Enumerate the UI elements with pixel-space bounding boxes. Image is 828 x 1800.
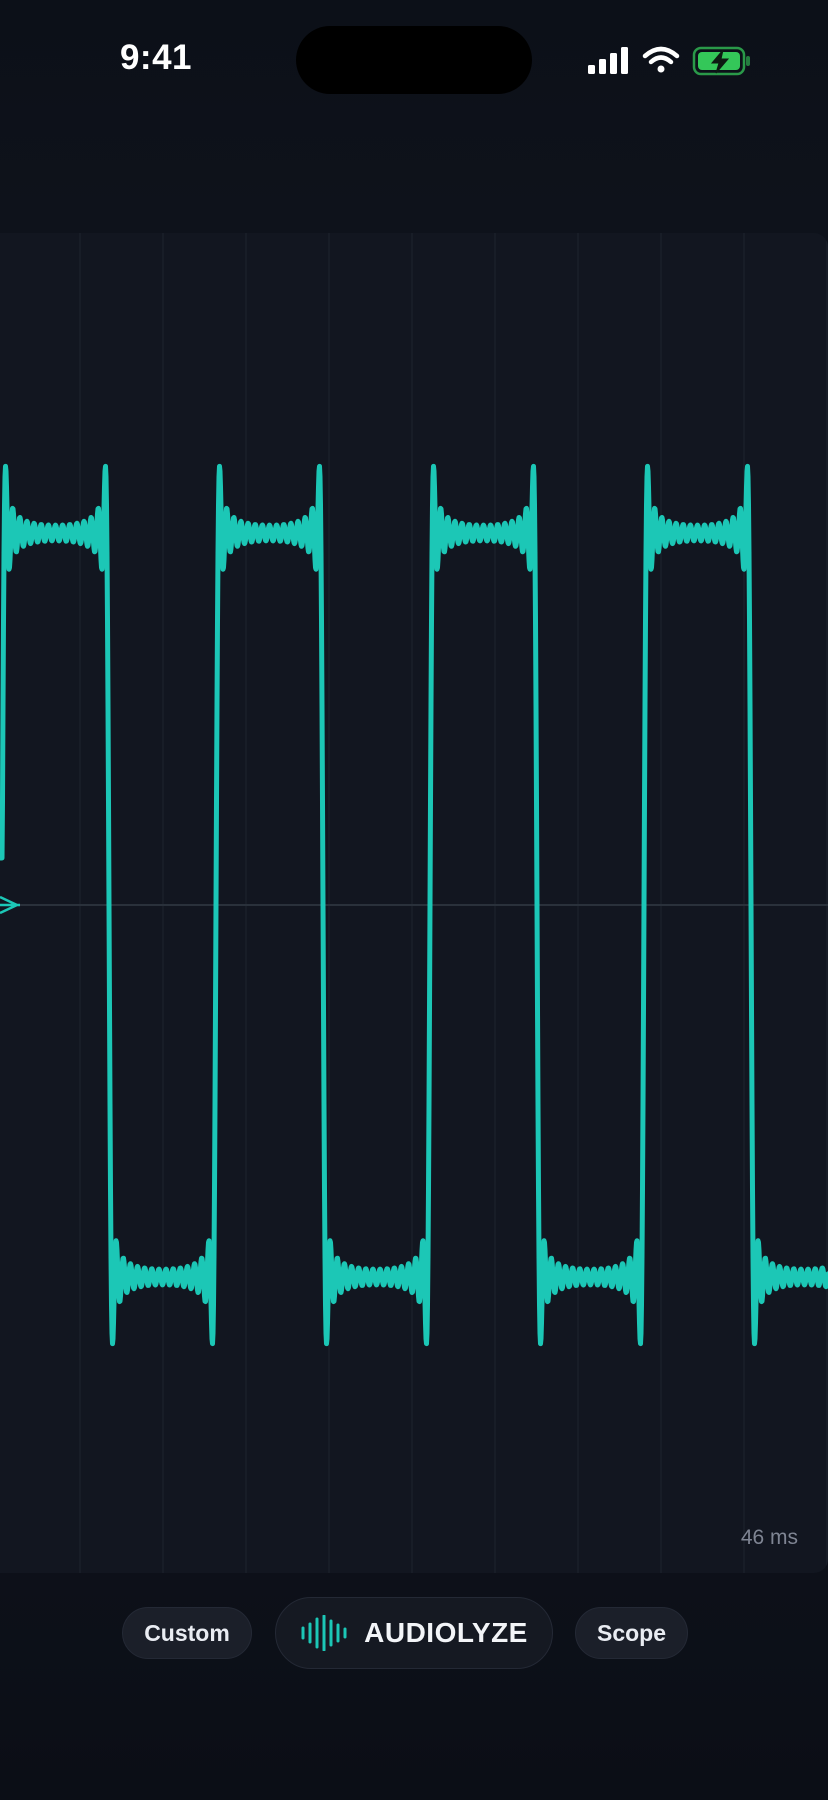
custom-button[interactable]: Custom [122, 1607, 252, 1659]
scope-panel[interactable]: 46 ms [0, 233, 828, 1573]
audiolyze-button[interactable]: AUDIOLYZE [275, 1597, 553, 1669]
scope-button-label: Scope [596, 1619, 667, 1646]
time-window-label: 46 ms [740, 1526, 798, 1549]
scope-button[interactable]: Scope [575, 1607, 688, 1659]
audiolyze-button-label: AUDIOLYZE [364, 1617, 528, 1648]
wifi-icon [642, 46, 680, 73]
grid-lines [79, 233, 828, 1573]
trigger-arrow-icon[interactable] [0, 895, 20, 915]
custom-button-label: Custom [144, 1619, 230, 1646]
dynamic-island [296, 26, 532, 94]
battery-charging-icon [692, 46, 750, 76]
oscilloscope-screen: 9:41 46 ms Custom AUDIOLYZE Scope [0, 0, 828, 1800]
audio-waveform-icon [301, 1615, 347, 1651]
waveform-display [0, 233, 828, 1573]
status-time: 9:41 [119, 38, 193, 77]
cellular-signal-icon [588, 47, 628, 74]
status-icons [584, 44, 754, 78]
